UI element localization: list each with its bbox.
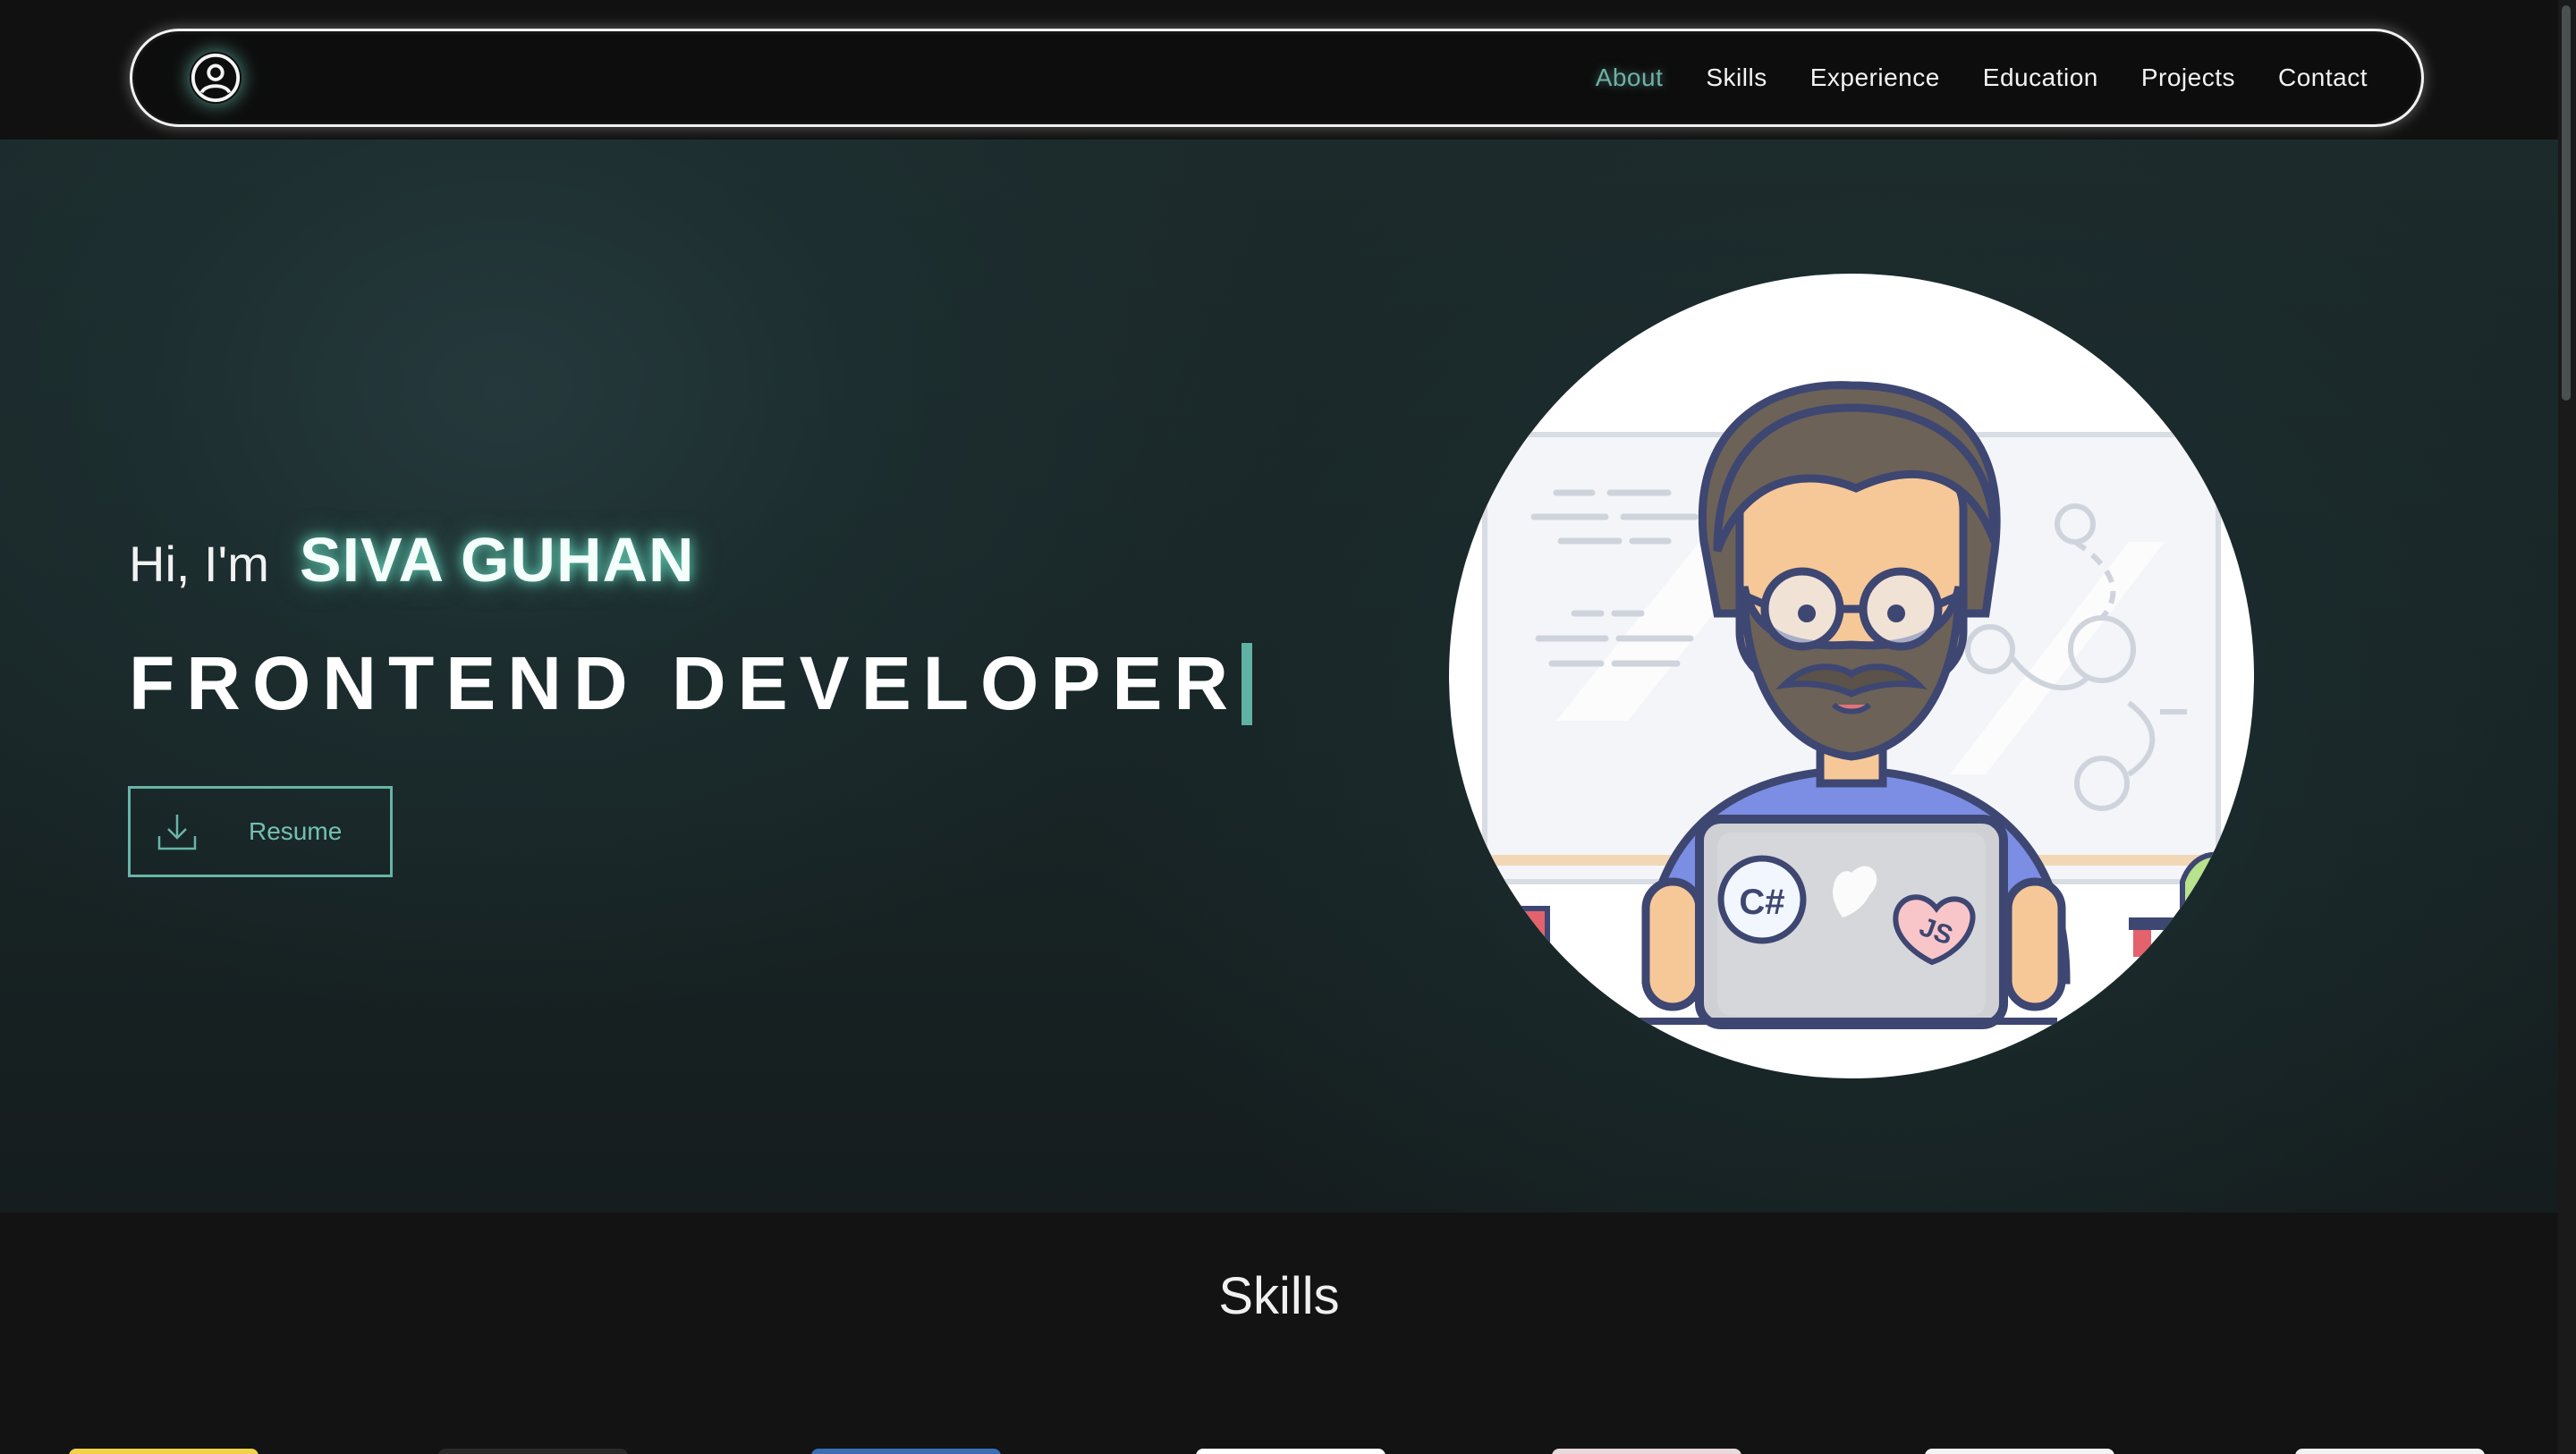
nav-link-education[interactable]: Education <box>1983 63 2098 92</box>
role-line: FRONTEND DEVELOPER <box>129 640 1253 727</box>
header: About Skills Experience Education Projec… <box>0 0 2558 139</box>
csharp-sticker-label: C# <box>1739 883 1784 922</box>
skill-card[interactable] <box>1552 1449 1741 1454</box>
hero-section: Hi, I'm SIVA GUHAN FRONTEND DEVELOPER Re… <box>0 139 2558 1213</box>
typing-cursor <box>1241 642 1253 725</box>
skills-title: Skills <box>1218 1267 1340 1325</box>
resume-label: Resume <box>249 817 343 845</box>
greeting: Hi, I'm SIVA GUHAN <box>129 524 695 596</box>
skill-card[interactable] <box>438 1449 628 1454</box>
nav-link-skills[interactable]: Skills <box>1706 63 1767 92</box>
skill-card[interactable] <box>1196 1449 1385 1454</box>
developer-illustration: C# JS <box>1449 274 2254 1078</box>
nav-link-experience[interactable]: Experience <box>1810 63 1940 92</box>
skill-card[interactable] <box>1925 1449 2114 1454</box>
navbar: About Skills Experience Education Projec… <box>130 29 2424 127</box>
resume-button[interactable]: Resume <box>128 786 393 877</box>
skill-card[interactable] <box>811 1449 1001 1454</box>
portfolio-page: About Skills Experience Education Projec… <box>0 0 2576 1454</box>
user-circle-icon[interactable] <box>190 52 242 104</box>
scrollbar[interactable] <box>2558 0 2576 1454</box>
nav-link-about[interactable]: About <box>1596 63 1664 92</box>
skill-card[interactable] <box>2295 1449 2485 1454</box>
download-icon <box>150 805 204 858</box>
skills-section: Skills <box>0 1213 2558 1454</box>
nav-link-projects[interactable]: Projects <box>2141 63 2235 92</box>
nav-link-contact[interactable]: Contact <box>2278 63 2368 92</box>
scroll-thumb[interactable] <box>2562 5 2571 401</box>
skill-card[interactable] <box>69 1449 258 1454</box>
nav-links: About Skills Experience Education Projec… <box>1596 31 2368 124</box>
hero-name: SIVA GUHAN <box>299 525 695 595</box>
hero-role: FRONTEND DEVELOPER <box>129 641 1241 725</box>
greeting-text: Hi, I'm <box>129 536 269 592</box>
